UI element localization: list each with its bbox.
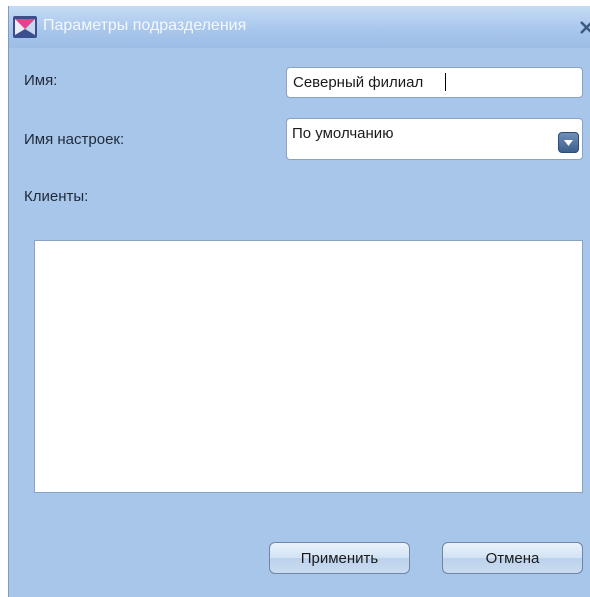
envelope-icon xyxy=(13,16,37,38)
clients-label: Клиенты: xyxy=(24,188,89,205)
cancel-button[interactable]: Отмена xyxy=(442,542,583,574)
settings-selected-value: По умолчанию xyxy=(292,125,394,142)
name-label: Имя: xyxy=(24,72,58,89)
close-icon[interactable] xyxy=(578,18,590,36)
chevron-down-icon xyxy=(564,140,573,146)
settings-label: Имя настроек: xyxy=(24,131,125,148)
dropdown-button[interactable] xyxy=(558,132,579,153)
dialog-window: Параметры подразделения Имя: Имя настрое… xyxy=(8,6,590,597)
dialog-title: Параметры подразделения xyxy=(43,17,247,34)
clients-list[interactable] xyxy=(34,240,583,493)
apply-button[interactable]: Применить xyxy=(269,542,410,574)
name-input[interactable] xyxy=(286,67,583,98)
title-bar[interactable]: Параметры подразделения xyxy=(9,6,590,48)
text-caret xyxy=(445,73,446,91)
settings-dropdown[interactable]: По умолчанию xyxy=(286,118,583,160)
